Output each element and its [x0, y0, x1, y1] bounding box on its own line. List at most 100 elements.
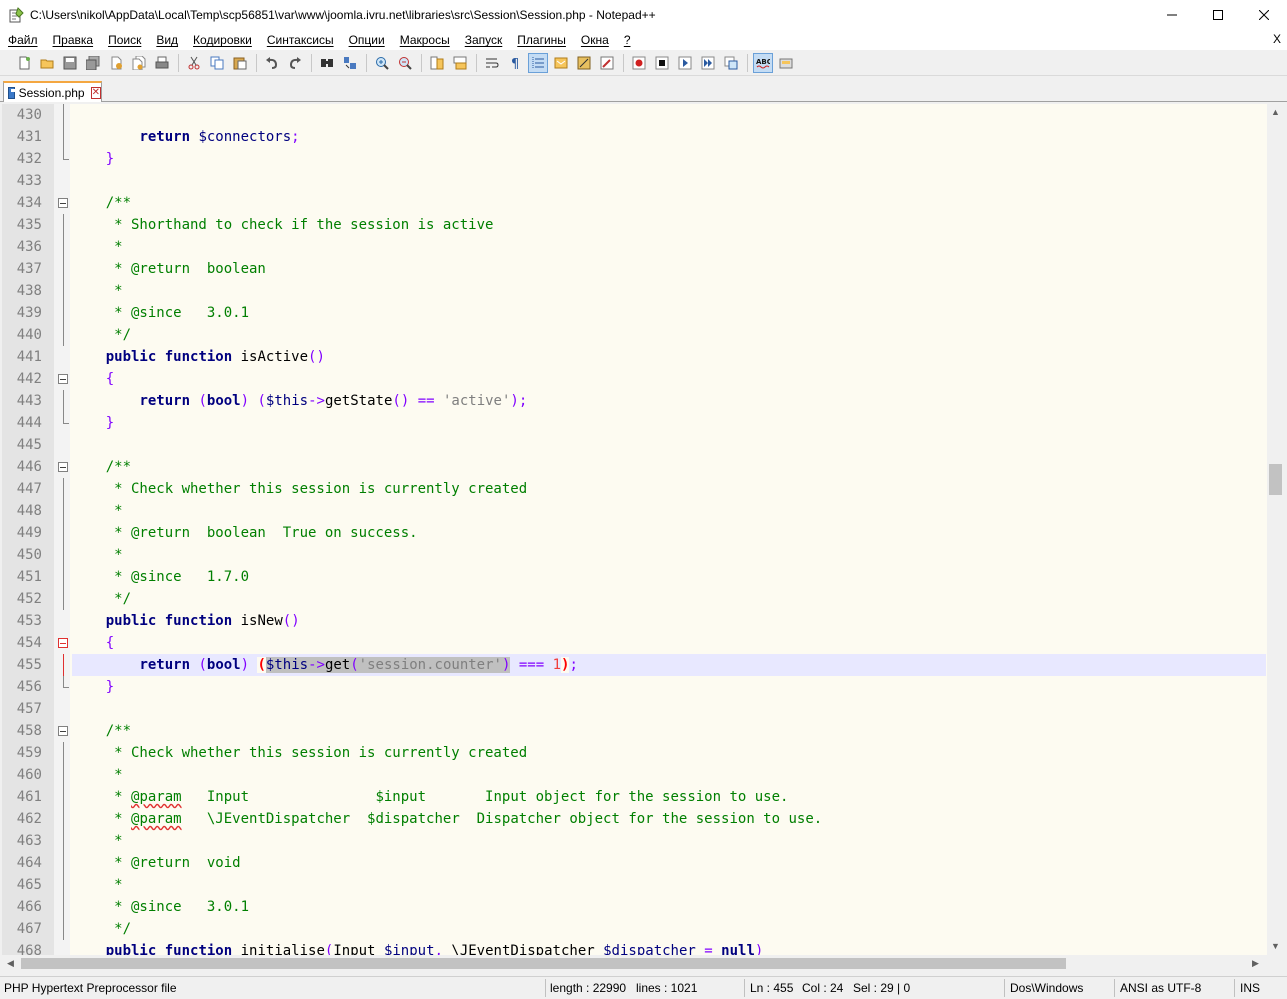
horizontal-scrollbar[interactable]: ◀ ▶	[2, 955, 1264, 972]
close-all-button[interactable]	[129, 53, 149, 73]
function-list-button[interactable]	[574, 53, 594, 73]
spell-check-button[interactable]: ABC	[753, 52, 773, 73]
code-line[interactable]: 462 * @param \JEventDispatcher $dispatch…	[2, 808, 1266, 830]
code-line[interactable]: 466 * @since 3.0.1	[2, 896, 1266, 918]
stop-record-button[interactable]	[652, 53, 672, 73]
code-line[interactable]: 464 * @return void	[2, 852, 1266, 874]
code-line[interactable]: 431 return $connectors;	[2, 126, 1266, 148]
new-file-button[interactable]	[14, 53, 34, 73]
code-line[interactable]: 445	[2, 434, 1266, 456]
scroll-up-arrow-icon[interactable]: ▲	[1267, 104, 1284, 121]
code-line[interactable]: 450 *	[2, 544, 1266, 566]
menu-language[interactable]: Синтаксисы	[259, 33, 341, 47]
close-button[interactable]	[1241, 0, 1287, 30]
fold-toggle-icon[interactable]	[58, 726, 68, 736]
cut-button[interactable]	[184, 53, 204, 73]
fold-toggle-icon[interactable]	[58, 374, 68, 384]
save-all-button[interactable]	[83, 53, 103, 73]
undo-button[interactable]	[262, 53, 282, 73]
vertical-scrollbar[interactable]: ▲ ▼	[1267, 104, 1284, 955]
sync-vertical-button[interactable]	[427, 53, 447, 73]
code-line[interactable]: 458 /**	[2, 720, 1266, 742]
sync-horizontal-button[interactable]	[450, 53, 470, 73]
code-line[interactable]: 438 *	[2, 280, 1266, 302]
code-line[interactable]: 436 *	[2, 236, 1266, 258]
menu-settings[interactable]: Опции	[341, 33, 392, 47]
code-line[interactable]: 435 * Shorthand to check if the session …	[2, 214, 1266, 236]
fold-toggle-icon[interactable]	[58, 462, 68, 472]
status-insert-mode[interactable]: INS	[1240, 981, 1260, 995]
code-line[interactable]: 453 public function isNew()	[2, 610, 1266, 632]
code-line[interactable]: 467 */	[2, 918, 1266, 940]
open-file-button[interactable]	[37, 53, 57, 73]
record-macro-button[interactable]	[629, 53, 649, 73]
code-line[interactable]: 441 public function isActive()	[2, 346, 1266, 368]
menu-view[interactable]: Вид	[148, 33, 185, 47]
vertical-scroll-thumb[interactable]	[1269, 464, 1282, 495]
code-line[interactable]: 455 return (bool) ($this->get('session.c…	[2, 654, 1266, 676]
run-macro-multiple-button[interactable]	[698, 53, 718, 73]
code-line[interactable]: 433	[2, 170, 1266, 192]
code-line[interactable]: 446 /**	[2, 456, 1266, 478]
code-line[interactable]: 444 }	[2, 412, 1266, 434]
tab-session-php[interactable]: Session.php ✕	[3, 81, 102, 102]
word-wrap-button[interactable]	[482, 53, 502, 73]
save-macro-button[interactable]	[721, 53, 741, 73]
code-line[interactable]: 452 */	[2, 588, 1266, 610]
code-line[interactable]: 442 {	[2, 368, 1266, 390]
save-button[interactable]	[60, 53, 80, 73]
maximize-button[interactable]	[1195, 0, 1241, 30]
menu-macro[interactable]: Макросы	[392, 33, 457, 47]
code-line[interactable]: 457	[2, 698, 1266, 720]
code-line[interactable]: 439 * @since 3.0.1	[2, 302, 1266, 324]
menu-search[interactable]: Поиск	[100, 33, 148, 47]
zoom-in-button[interactable]	[372, 53, 392, 73]
tab-close-icon[interactable]: ✕	[90, 86, 101, 99]
code-line[interactable]: 456 }	[2, 676, 1266, 698]
code-line[interactable]: 449 * @return boolean True on success.	[2, 522, 1266, 544]
code-line[interactable]: 465 *	[2, 874, 1266, 896]
code-line[interactable]: 434 /**	[2, 192, 1266, 214]
fold-toggle-icon[interactable]	[58, 198, 68, 208]
close-file-button[interactable]	[106, 53, 126, 73]
code-line[interactable]: 432 }	[2, 148, 1266, 170]
code-line[interactable]: 430	[2, 104, 1266, 126]
scroll-down-arrow-icon[interactable]: ▼	[1267, 938, 1284, 955]
status-encoding[interactable]: ANSI as UTF-8	[1120, 981, 1201, 995]
code-line[interactable]: 460 *	[2, 764, 1266, 786]
code-lines[interactable]: 430 431 return $connectors; 432 } 433 434 /*…	[2, 104, 1266, 955]
code-line[interactable]: 463 *	[2, 830, 1266, 852]
menu-run[interactable]: Запуск	[457, 33, 510, 47]
play-macro-button[interactable]	[675, 53, 695, 73]
plugin-button[interactable]	[776, 53, 796, 73]
show-all-chars-button[interactable]: ¶	[505, 53, 525, 73]
scroll-left-arrow-icon[interactable]: ◀	[2, 955, 19, 972]
code-line[interactable]: 461 * @param Input $input Input object f…	[2, 786, 1266, 808]
replace-button[interactable]	[340, 53, 360, 73]
code-line[interactable]: 447 * Check whether this session is curr…	[2, 478, 1266, 500]
minimize-button[interactable]	[1149, 0, 1195, 30]
paste-button[interactable]	[230, 53, 250, 73]
close-document-button[interactable]: X	[1273, 32, 1281, 46]
scroll-right-arrow-icon[interactable]: ▶	[1247, 955, 1264, 972]
menu-edit[interactable]: Правка	[45, 33, 101, 47]
menu-file[interactable]: Файл	[0, 33, 45, 47]
fold-toggle-icon[interactable]	[58, 638, 68, 648]
code-line[interactable]: 454 {	[2, 632, 1266, 654]
menu-help[interactable]: ?	[616, 33, 638, 47]
code-line[interactable]: 448 *	[2, 500, 1266, 522]
indent-guide-button[interactable]	[528, 52, 548, 73]
find-button[interactable]	[317, 53, 337, 73]
doc-map-button[interactable]	[551, 53, 571, 73]
code-editor[interactable]: 430 431 return $connectors; 432 } 433 434 /*…	[2, 104, 1284, 955]
zoom-out-button[interactable]	[395, 53, 415, 73]
horizontal-scroll-thumb[interactable]	[21, 958, 1066, 969]
redo-button[interactable]	[285, 53, 305, 73]
code-line[interactable]: 443 return (bool) ($this->getState() == …	[2, 390, 1266, 412]
code-line[interactable]: 451 * @since 1.7.0	[2, 566, 1266, 588]
menu-plugins[interactable]: Плагины	[509, 33, 573, 47]
code-line[interactable]: 459 * Check whether this session is curr…	[2, 742, 1266, 764]
code-line[interactable]: 437 * @return boolean	[2, 258, 1266, 280]
folder-workspace-button[interactable]	[597, 53, 617, 73]
status-eol[interactable]: Dos\Windows	[1010, 981, 1083, 995]
